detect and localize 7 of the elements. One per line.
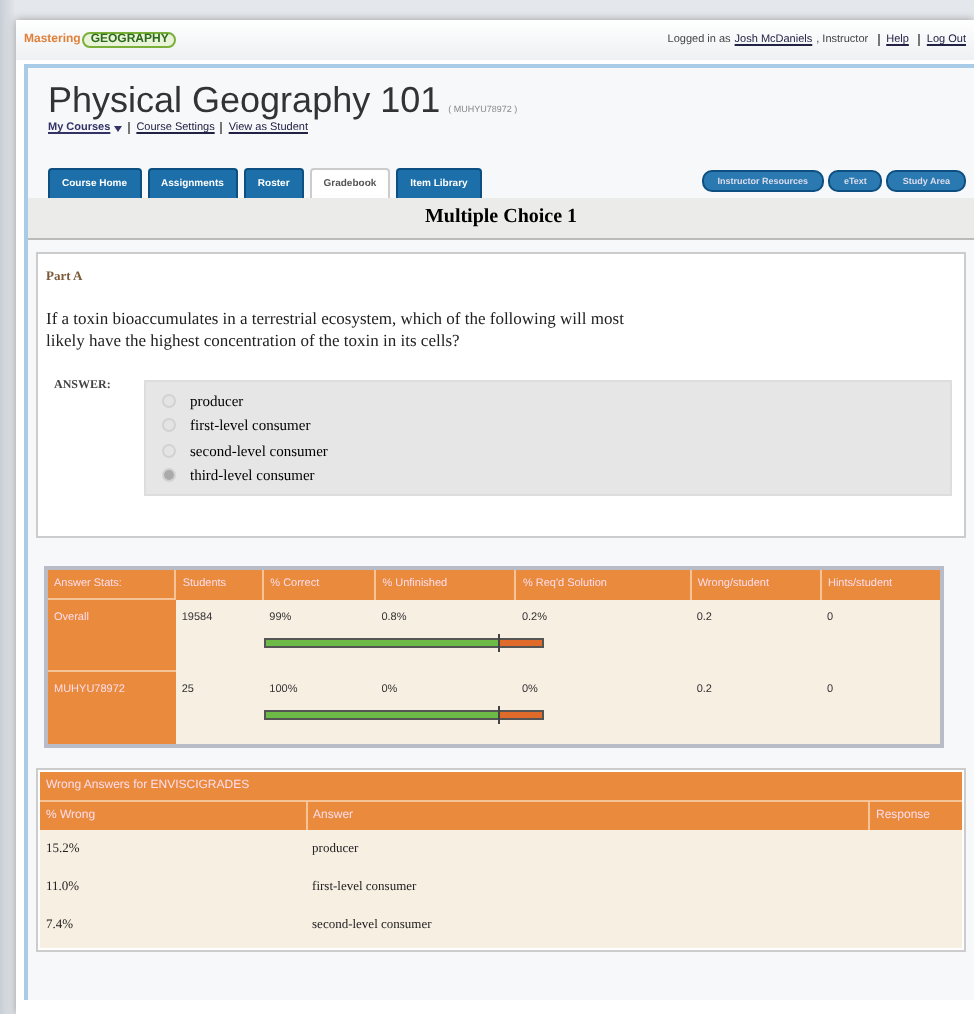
marker-line (497, 634, 500, 653)
marker-line (497, 706, 500, 725)
question-text: If a toxin bioaccumulates in a terrestrial ecosystem, which of the following will most likely have the highest concentration of the toxin in its cells? (46, 308, 626, 353)
assignment-title: Multiple Choice 1 (28, 198, 974, 240)
course-title: Physical Geography 101 (48, 80, 441, 122)
radio-button[interactable] (162, 468, 176, 483)
caret-icon (114, 125, 123, 131)
